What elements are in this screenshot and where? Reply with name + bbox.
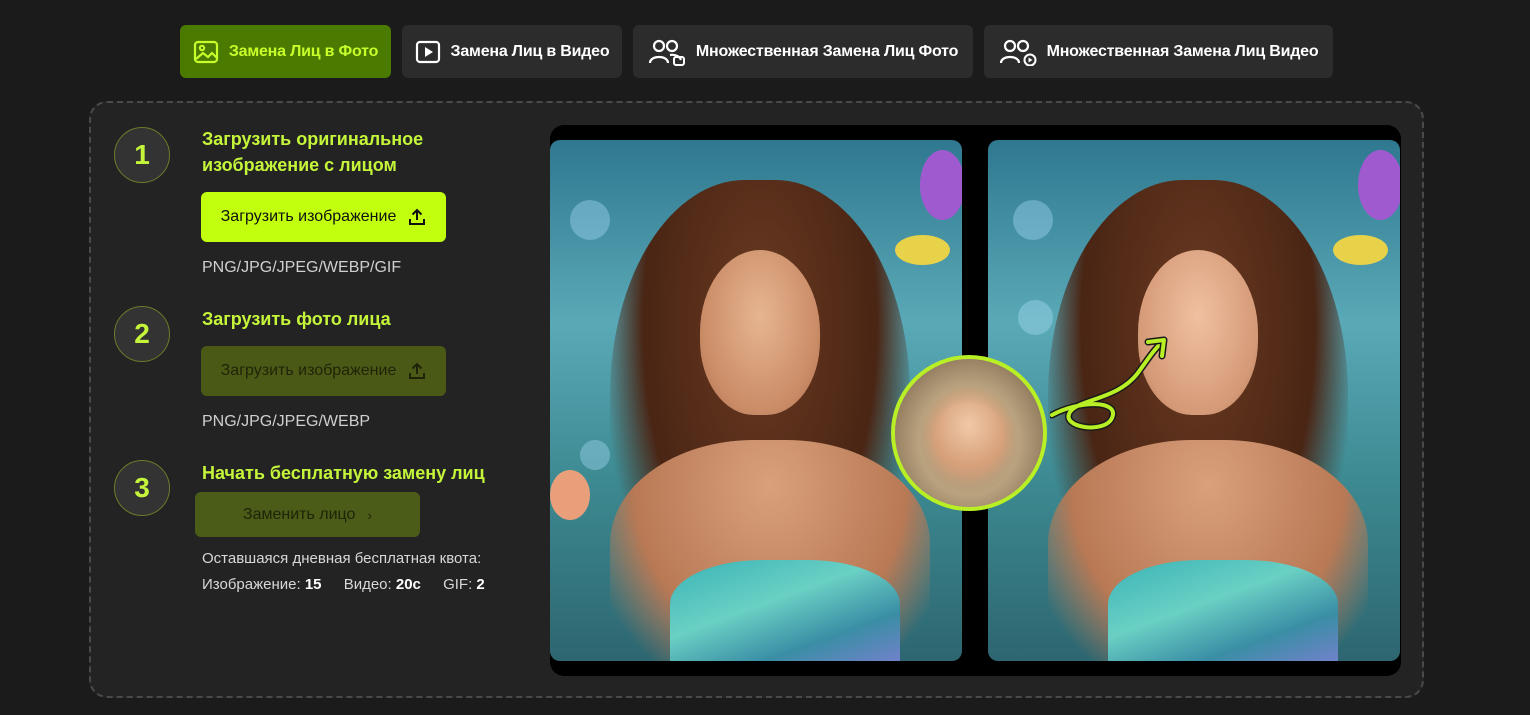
quota-gif-label: GIF: — [443, 576, 473, 593]
tab-multi-face-swap-photo[interactable]: Множественная Замена Лиц Фото — [633, 25, 973, 78]
quota-image-value: 15 — [304, 576, 322, 593]
quota-gif-value: 2 — [476, 576, 485, 593]
step-2-formats: PNG/JPG/JPEG/WEBP — [202, 413, 371, 430]
upload-icon — [409, 362, 426, 379]
button-label: Заменить лицо — [242, 505, 356, 523]
tab-multi-face-swap-video[interactable]: Множественная Замена Лиц Видео — [984, 25, 1333, 78]
tab-face-swap-photo[interactable]: Замена Лиц в Фото — [180, 25, 391, 78]
upload-original-image-button[interactable]: Загрузить изображение — [201, 192, 446, 242]
step-1-formats: PNG/JPG/JPEG/WEBP/GIF — [202, 259, 402, 276]
upload-icon — [409, 208, 426, 225]
button-label: Загрузить изображение — [220, 362, 397, 379]
tab-label: Замена Лиц в Фото — [228, 42, 379, 60]
image-icon — [193, 40, 218, 63]
step-3-title: Начать бесплатную замену лиц — [202, 463, 485, 483]
quota-label: Оставшаяся дневная бесплатная квота: — [202, 550, 482, 567]
swap-arrow-icon — [1050, 336, 1168, 431]
tab-label: Замена Лиц в Видео — [450, 42, 610, 60]
quota-image-label: Изображение: — [202, 576, 301, 593]
step-3-number: 3 — [114, 460, 170, 516]
multi-face-photo-icon — [648, 39, 685, 66]
mode-tabs: Замена Лиц в Фото Замена Лиц в Видео Мно… — [0, 25, 1530, 78]
step-2-title: Загрузить фото лица — [202, 309, 391, 329]
quota-video-label: Видео: — [343, 576, 392, 593]
video-play-icon — [415, 40, 440, 63]
daily-quota: Оставшаяся дневная бесплатная квота: Изо… — [202, 546, 485, 598]
step-1-title-line1: Загрузить оригинальное — [202, 129, 424, 149]
tab-label: Множественная Замена Лиц Фото — [695, 42, 959, 60]
chevron-right-icon: › — [367, 506, 373, 523]
quota-values: Изображение: 15 Видео: 20с GIF: 2 — [202, 572, 485, 598]
tab-face-swap-video[interactable]: Замена Лиц в Видео — [402, 25, 622, 78]
source-face-thumbnail — [891, 355, 1047, 511]
swap-face-button[interactable]: Заменить лицо › — [195, 492, 420, 537]
step-2-number: 2 — [114, 306, 170, 362]
step-1-number: 1 — [114, 127, 170, 183]
multi-face-video-icon — [999, 39, 1037, 66]
step-1-title-line2: изображение с лицом — [202, 155, 397, 175]
upload-face-photo-button[interactable]: Загрузить изображение — [201, 346, 446, 396]
step-1-title: Загрузить оригинальное изображение с лиц… — [202, 126, 423, 178]
button-label: Загрузить изображение — [220, 208, 397, 225]
quota-video-value: 20с — [395, 576, 421, 593]
tab-label: Множественная Замена Лиц Видео — [1046, 42, 1319, 60]
